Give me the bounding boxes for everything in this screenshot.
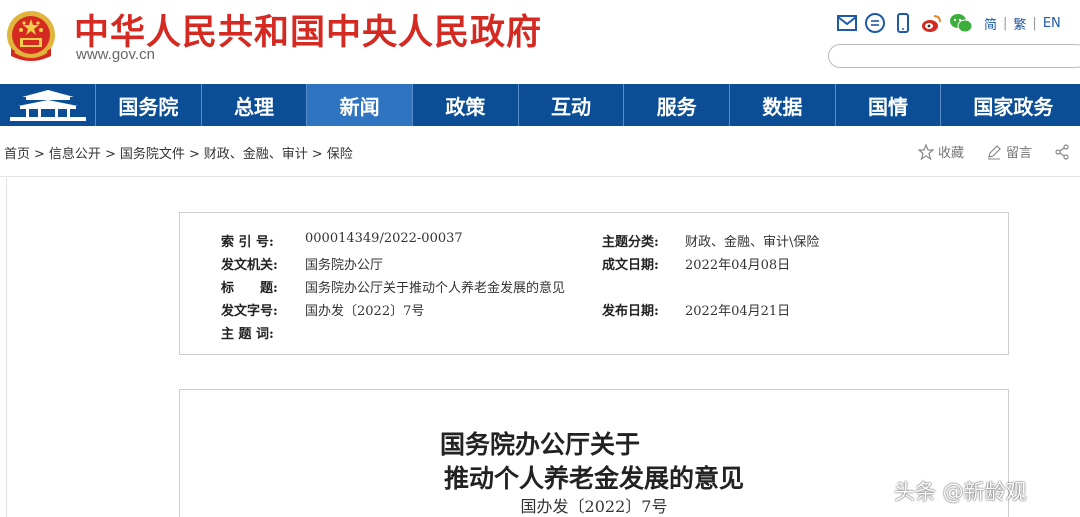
breadcrumb-home[interactable]: 首页: [4, 147, 30, 162]
document-title-line1: 国务院办公厅关于: [439, 430, 640, 459]
lang-english[interactable]: EN: [1043, 16, 1061, 31]
meta-doc-number-label: 发文字号:: [221, 304, 278, 319]
meta-category-value-row: 财政、金融、审计\保险: [685, 231, 819, 250]
language-switcher: 简 | 繁 | EN: [984, 14, 1061, 33]
meta-issuer-row: 发文机关:: [221, 254, 278, 273]
comment-label: 留言: [1006, 146, 1033, 161]
watermark: 头条 @新龄观: [894, 480, 1027, 504]
meta-index-value-row: 000014349/2022-00037: [305, 231, 463, 246]
breadcrumb-separator: >: [34, 147, 45, 162]
gate-tower-icon: [10, 90, 86, 121]
breadcrumb-insurance[interactable]: 保险: [327, 147, 353, 162]
document-meta-box: [179, 212, 1009, 355]
mobile-icon[interactable]: [892, 12, 914, 34]
meta-title-label: 标 题:: [221, 281, 278, 296]
share-button[interactable]: [1054, 143, 1074, 160]
meta-written-date-row: 成文日期:: [602, 254, 659, 273]
header-tools: 简 | 繁 | EN: [836, 12, 1061, 34]
breadcrumb-state-council-docs[interactable]: 国务院文件: [120, 147, 185, 162]
meta-category-value: 财政、金融、审计\保险: [685, 235, 820, 250]
favorite-button[interactable]: 收藏: [918, 142, 964, 161]
national-emblem-icon[interactable]: [5, 8, 57, 66]
nav-item-state-council[interactable]: 国务院: [96, 84, 202, 126]
weibo-icon[interactable]: [920, 12, 942, 34]
meta-written-date-value-row: 2022年04月08日: [685, 254, 790, 273]
search-input[interactable]: [828, 44, 1080, 68]
meta-doc-number-value-row: 国办发〔2022〕7号: [305, 300, 424, 319]
breadcrumb: 首页 > 信息公开 > 国务院文件 > 财政、金融、审计 > 保险: [4, 143, 353, 162]
breadcrumb-separator: >: [104, 147, 116, 162]
pencil-icon: [988, 144, 1001, 159]
mail-icon[interactable]: [836, 12, 858, 34]
page-actions: 收藏 留言: [918, 142, 1080, 161]
main-nav: 国务院 总理 新闻 政策 互动 服务 数据 国情 国家政务: [0, 84, 1080, 126]
breadcrumb-finance[interactable]: 财政、金融、审计: [204, 147, 308, 162]
nav-home[interactable]: [0, 84, 96, 126]
breadcrumb-info-disclosure[interactable]: 信息公开: [49, 147, 101, 162]
meta-title-value-row: 国务院办公厅关于推动个人养老金发展的意见: [305, 277, 565, 296]
nav-item-services[interactable]: 服务: [624, 84, 731, 126]
meta-index-label: 索 引 号:: [221, 235, 274, 250]
share-icon: [1055, 143, 1069, 160]
site-domain: www.gov.cn: [76, 46, 155, 63]
meta-index-value: 000014349/2022-00037: [305, 231, 463, 246]
comment-button[interactable]: 留言: [986, 142, 1032, 161]
breadcrumb-divider: [0, 176, 1080, 177]
nav-item-government-affairs[interactable]: 国家政务: [941, 84, 1080, 126]
meta-category-row: 主题分类:: [602, 231, 659, 250]
meta-doc-number-row: 发文字号:: [221, 300, 278, 319]
meta-keywords-label: 主 题 词:: [221, 327, 274, 342]
star-icon: [918, 143, 934, 160]
nav-item-policy[interactable]: 政策: [413, 84, 519, 126]
lang-simplified[interactable]: 简: [984, 14, 997, 33]
message-icon[interactable]: [864, 12, 886, 34]
meta-issuer-value: 国务院办公厅: [305, 258, 384, 273]
meta-category-label: 主题分类:: [602, 235, 659, 250]
meta-issuer-label: 发文机关:: [221, 258, 278, 273]
lang-separator: |: [1032, 15, 1037, 31]
lang-separator: |: [1003, 15, 1008, 31]
meta-publish-date-value-row: 2022年04月21日: [685, 300, 790, 319]
nav-item-premier[interactable]: 总理: [202, 84, 308, 126]
meta-written-date-label: 成文日期:: [602, 258, 659, 273]
meta-keywords-row: 主 题 词:: [221, 323, 274, 342]
meta-written-date-value: 2022年04月08日: [685, 258, 791, 273]
wechat-icon[interactable]: [948, 12, 974, 34]
meta-index-row: 索 引 号:: [221, 231, 274, 250]
lang-traditional[interactable]: 繁: [1013, 14, 1026, 33]
breadcrumb-separator: >: [311, 147, 323, 162]
site-header: 中华人民共和国中央人民政府 www.gov.cn 简 | 繁 | EN: [0, 0, 1080, 84]
nav-item-data[interactable]: 数据: [730, 84, 836, 126]
meta-issuer-value-row: 国务院办公厅: [305, 254, 383, 273]
nav-item-news[interactable]: 新闻: [307, 84, 414, 126]
meta-title-value: 国务院办公厅关于推动个人养老金发展的意见: [305, 281, 566, 296]
meta-publish-date-value: 2022年04月21日: [685, 304, 791, 319]
breadcrumb-bar: 首页 > 信息公开 > 国务院文件 > 财政、金融、审计 > 保险 收藏 留言: [0, 134, 1080, 170]
meta-publish-date-row: 发布日期:: [602, 300, 659, 319]
nav-item-national-info[interactable]: 国情: [836, 84, 942, 126]
breadcrumb-separator: >: [188, 147, 200, 162]
meta-title-row: 标 题:: [221, 277, 278, 296]
meta-publish-date-label: 发布日期:: [602, 304, 659, 319]
nav-item-interaction[interactable]: 互动: [519, 84, 625, 126]
favorite-label: 收藏: [938, 146, 965, 161]
meta-doc-number-value: 国办发〔2022〕7号: [305, 304, 425, 319]
